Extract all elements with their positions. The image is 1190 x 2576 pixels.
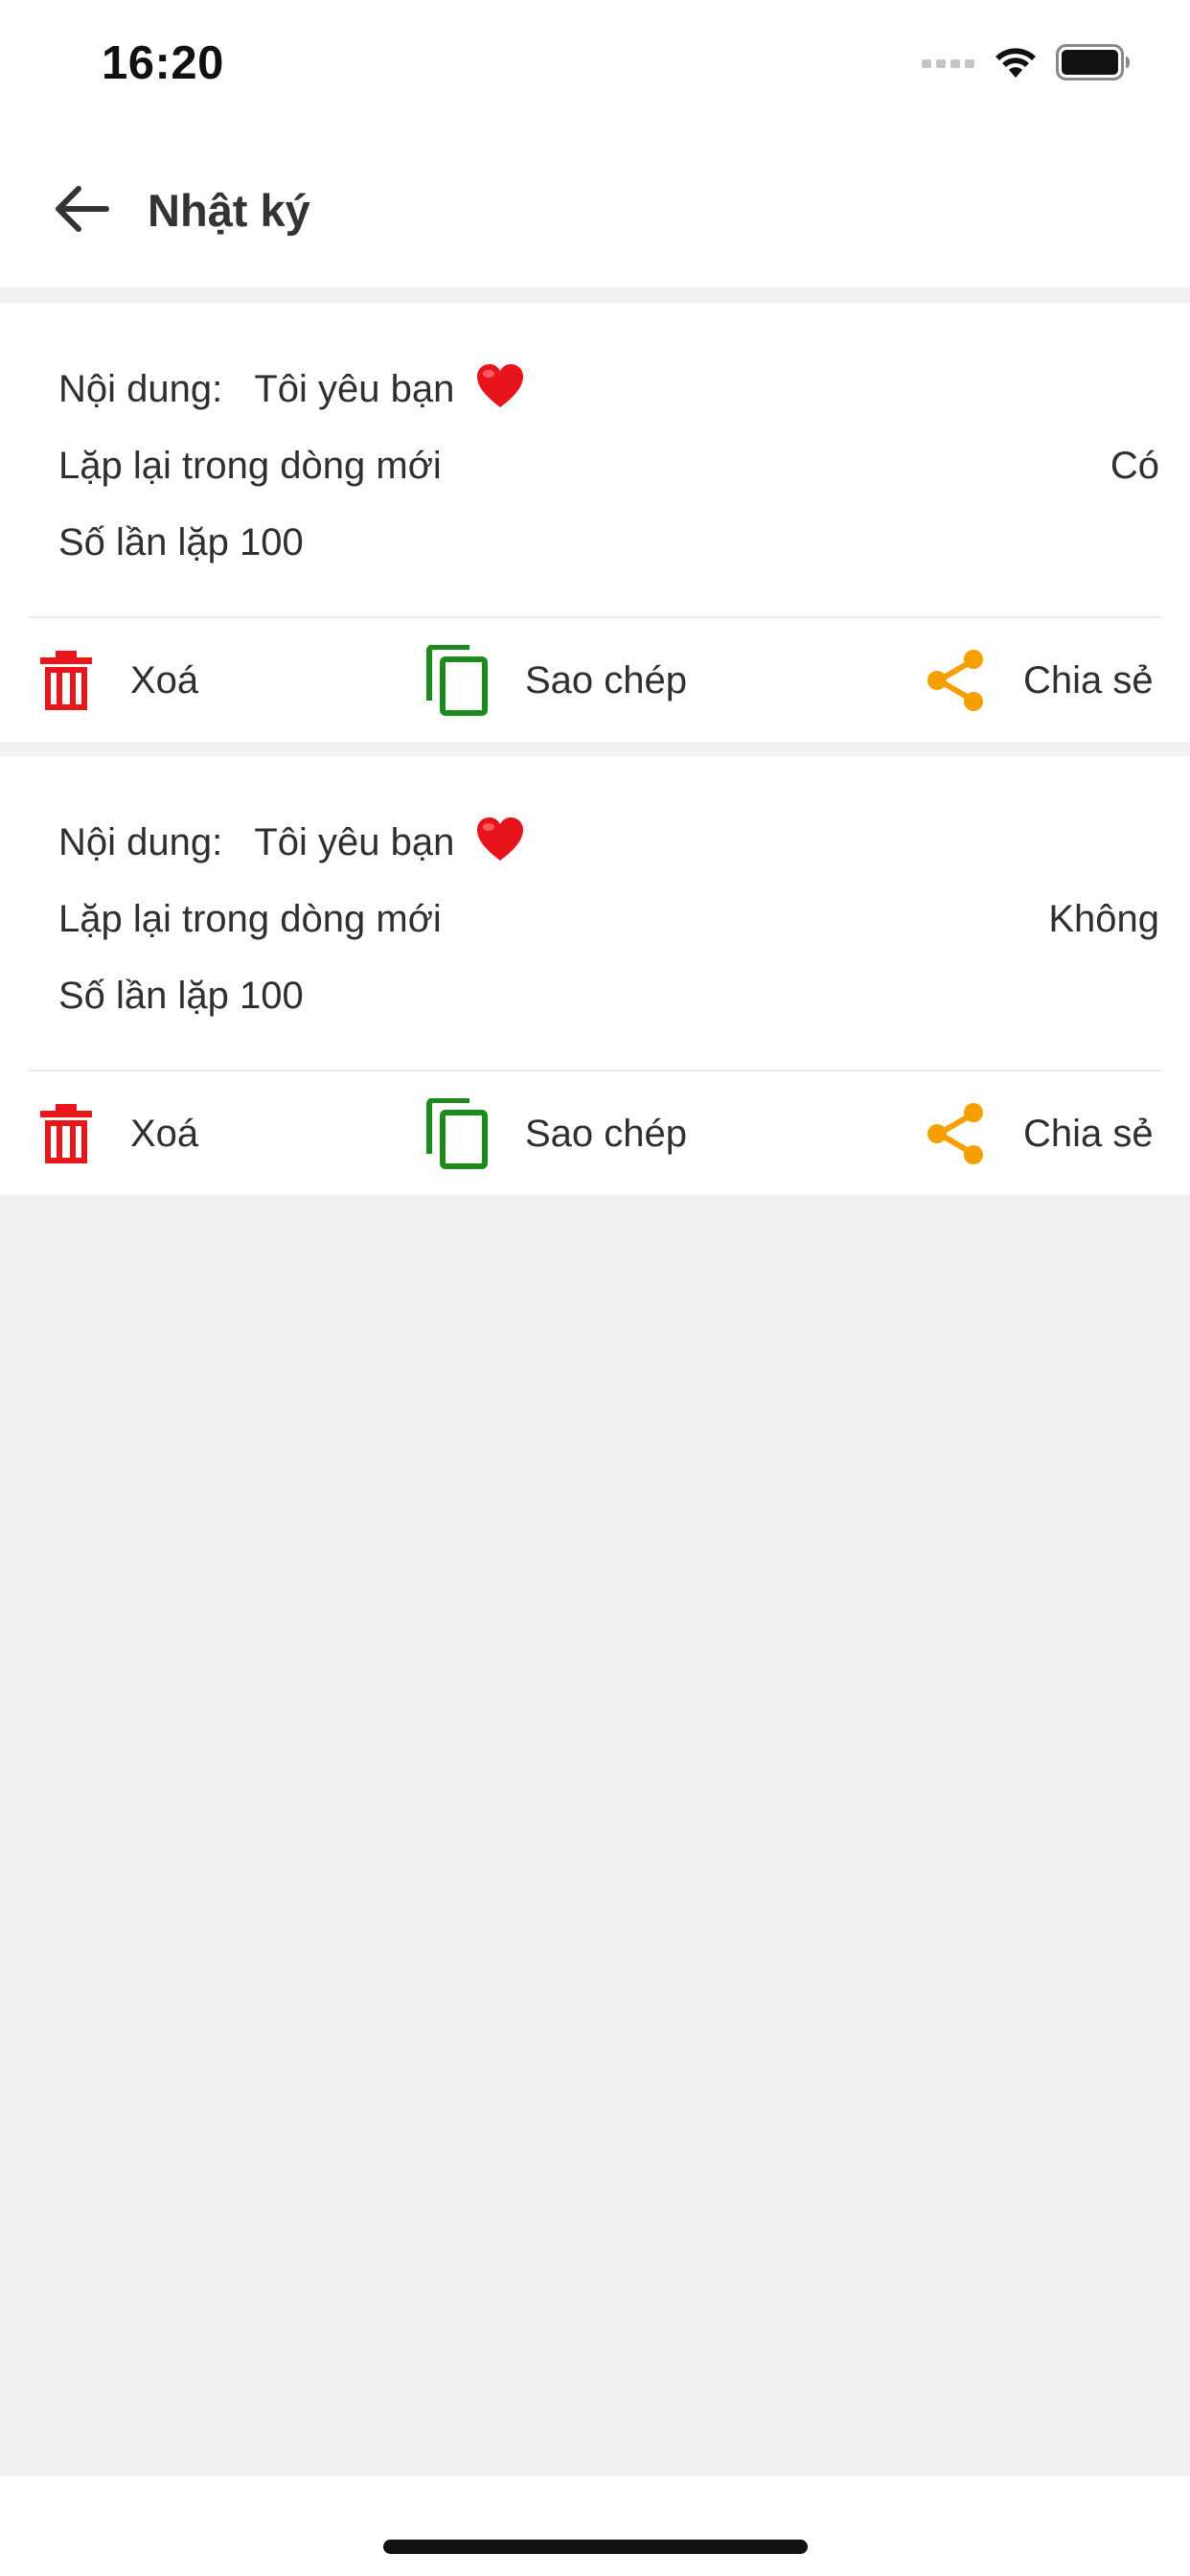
share-label: Chia sẻ <box>1023 1112 1154 1155</box>
repeat-newline-value: Không <box>1048 898 1159 940</box>
cellular-signal-icon <box>922 56 975 74</box>
repeat-newline-label: Lặp lại trong dòng mới <box>58 445 442 487</box>
content-label: Nội dung: <box>58 368 223 410</box>
history-entry-card: Nội dung: Tôi yêu bạn Lặp lại trong dòng… <box>0 756 1190 1195</box>
copy-label: Sao chép <box>525 1112 688 1155</box>
content-row: Nội dung: Tôi yêu bạn <box>58 814 1159 879</box>
back-button[interactable] <box>48 177 115 244</box>
repeat-count-row: Số lần lặp 100 <box>58 521 304 564</box>
repeat-newline-value: Có <box>1110 445 1159 487</box>
status-time: 16:20 <box>102 37 224 89</box>
repeat-newline-label: Lặp lại trong dòng mới <box>58 898 442 940</box>
delete-label: Xoá <box>130 658 199 702</box>
content-value: Tôi yêu bạn <box>254 821 455 863</box>
home-indicator[interactable] <box>383 2540 808 2554</box>
page-title: Nhật ký <box>148 185 310 236</box>
status-bar: 16:20 <box>0 0 1190 129</box>
divider <box>29 616 1161 618</box>
delete-button[interactable]: Xoá <box>38 1072 198 1195</box>
repeat-newline-row: Lặp lại trong dòng mới Không <box>58 890 1159 948</box>
history-entry-card: Nội dung: Tôi yêu bạn Lặp lại trong dòng… <box>0 303 1190 742</box>
heart-icon <box>475 816 525 879</box>
status-icons <box>922 44 1131 85</box>
trash-icon <box>38 649 94 712</box>
repeat-count-row: Số lần lặp 100 <box>58 975 304 1017</box>
copy-label: Sao chép <box>525 658 688 702</box>
share-button[interactable]: Chia sẻ <box>926 619 1154 742</box>
repeat-newline-row: Lặp lại trong dòng mới Có <box>58 437 1159 494</box>
app-bar: Nhật ký <box>0 129 1190 288</box>
copy-icon <box>425 1098 489 1169</box>
trash-icon <box>38 1102 94 1165</box>
entry-actions: Xoá Sao chép Chia sẻ <box>0 619 1190 742</box>
battery-icon <box>1056 44 1131 85</box>
wifi-icon <box>993 45 1039 84</box>
divider <box>29 1070 1161 1071</box>
copy-button[interactable]: Sao chép <box>425 1072 687 1195</box>
delete-button[interactable]: Xoá <box>38 619 198 742</box>
share-icon <box>926 1101 987 1166</box>
arrow-left-icon <box>54 185 109 238</box>
copy-icon <box>425 645 489 716</box>
home-indicator-area <box>0 2476 1190 2576</box>
share-icon <box>926 648 987 713</box>
content-label: Nội dung: <box>58 821 223 863</box>
delete-label: Xoá <box>130 1112 199 1155</box>
share-label: Chia sẻ <box>1023 658 1154 702</box>
copy-button[interactable]: Sao chép <box>425 619 687 742</box>
content-row: Nội dung: Tôi yêu bạn <box>58 360 1159 426</box>
heart-icon <box>475 363 525 426</box>
entry-actions: Xoá Sao chép Chia sẻ <box>0 1072 1190 1195</box>
content-value: Tôi yêu bạn <box>254 368 455 410</box>
share-button[interactable]: Chia sẻ <box>926 1072 1154 1195</box>
